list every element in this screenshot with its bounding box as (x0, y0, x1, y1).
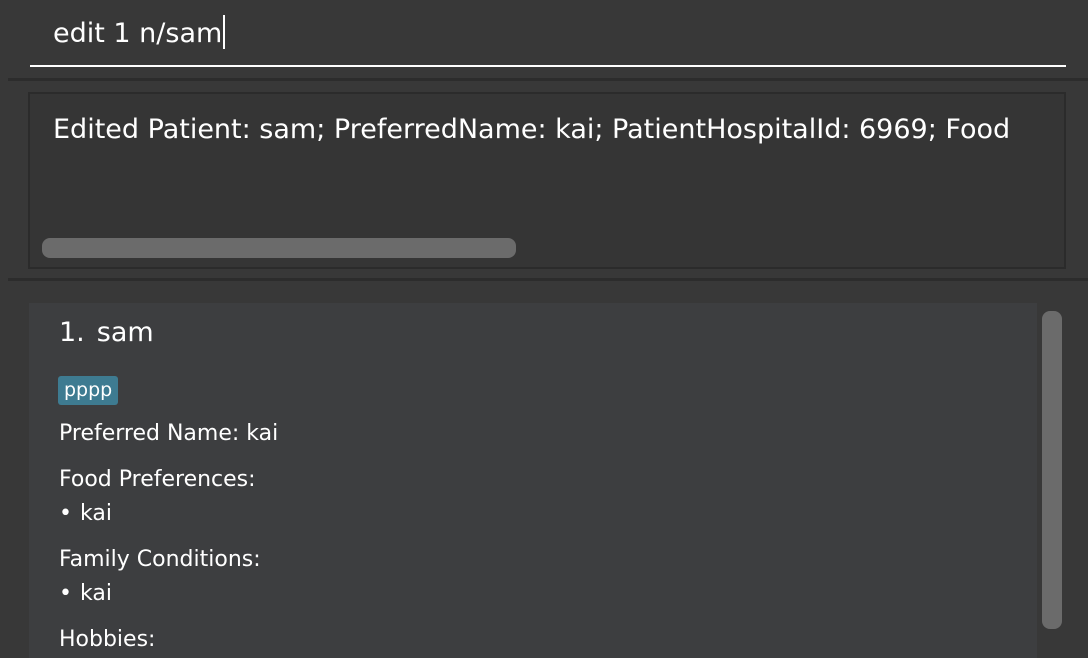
preferred-name-row: Preferred Name: kai (59, 419, 278, 449)
family-condition-item: kai (59, 579, 112, 609)
person-name: sam (96, 317, 154, 348)
pane-divider (8, 278, 1088, 281)
result-horizontal-scrollbar[interactable] (42, 238, 516, 258)
command-box-pane: edit 1 n/sam (0, 0, 1088, 78)
text-caret (223, 15, 226, 49)
command-input-text: edit 1 n/sam (53, 18, 223, 49)
result-message: Edited Patient: sam; PreferredName: kai;… (53, 114, 1011, 145)
pane-divider (8, 78, 1088, 81)
hobbies-label: Hobbies: (59, 627, 156, 652)
tag-badge: pppp (58, 376, 119, 405)
app-window: edit 1 n/sam Edited Patient: sam; Prefer… (0, 0, 1088, 658)
preferred-name-value: kai (246, 421, 279, 446)
result-display[interactable]: Edited Patient: sam; PreferredName: kai;… (28, 92, 1066, 269)
food-preference-item: kai (59, 499, 112, 529)
person-card-title: 1. sam (59, 315, 154, 351)
command-input[interactable]: edit 1 n/sam (30, 0, 1066, 67)
person-index: 1. (59, 317, 85, 348)
person-card[interactable]: 1. sam pppp Preferred Name: kai Food Pref… (29, 303, 1037, 658)
food-preferences-label: Food Preferences: (59, 467, 256, 492)
family-conditions-label: Family Conditions: (59, 547, 261, 572)
person-list: 1. sam pppp Preferred Name: kai Food Pref… (0, 282, 1088, 658)
list-vertical-scrollbar[interactable] (1042, 311, 1062, 629)
preferred-name-label: Preferred Name: (59, 421, 240, 446)
